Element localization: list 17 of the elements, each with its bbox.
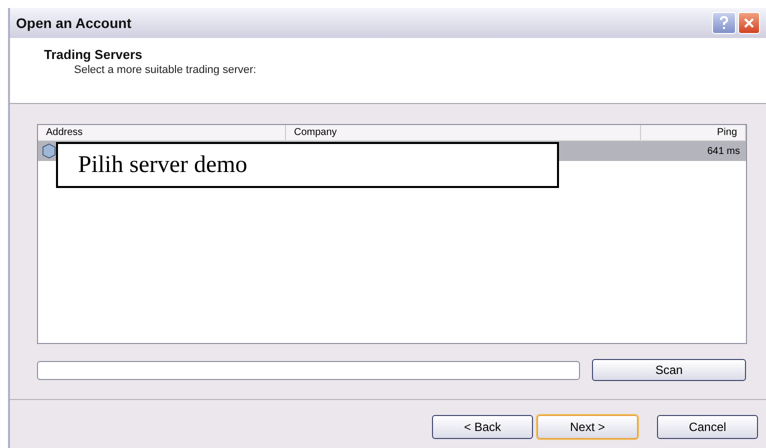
- window-title: Open an Account: [16, 14, 132, 33]
- ping-cell-text: 641 ms: [706, 144, 741, 158]
- column-header[interactable]: Company: [286, 125, 641, 140]
- annotation-label: Pilih server demo: [78, 151, 248, 180]
- wizard-button[interactable]: Cancel: [657, 415, 758, 439]
- header-subtitle: Select a more suitable trading server:: [73, 63, 258, 77]
- server-icon: [41, 143, 57, 159]
- column-header[interactable]: Address: [38, 125, 286, 140]
- column-header[interactable]: Ping: [641, 125, 746, 140]
- wizard-button[interactable]: < Back: [432, 415, 533, 439]
- close-icon: [743, 17, 755, 29]
- close-button[interactable]: [738, 12, 760, 34]
- header-title: Trading Servers: [44, 47, 144, 63]
- help-icon: [719, 16, 729, 30]
- help-button[interactable]: [712, 12, 736, 34]
- scan-button[interactable]: Scan: [592, 359, 746, 381]
- wizard-button[interactable]: Next >: [537, 415, 638, 439]
